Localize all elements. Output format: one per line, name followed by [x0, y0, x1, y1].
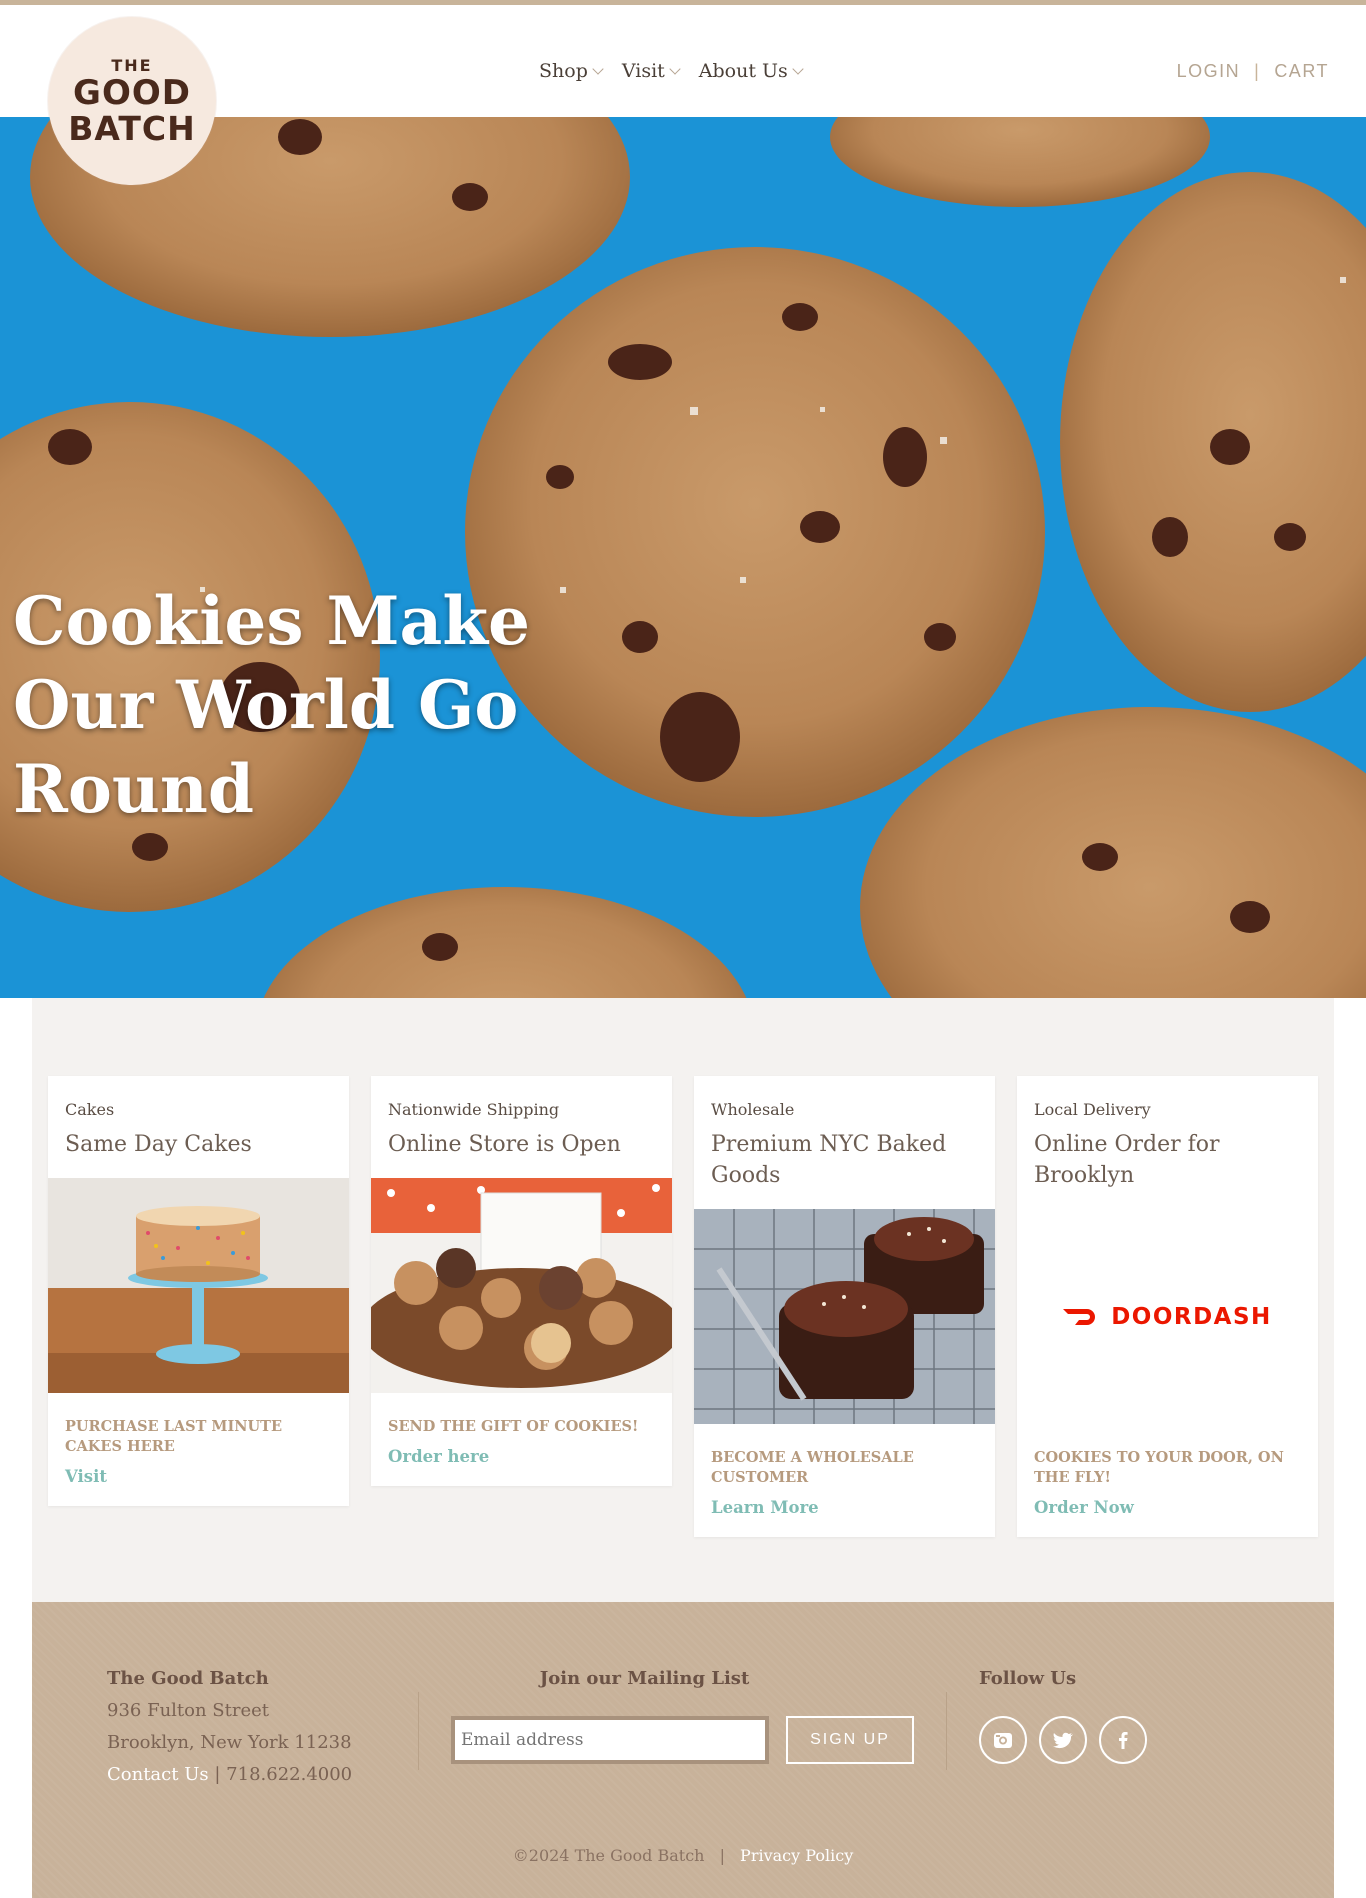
address-line-2: Brooklyn, New York 11238 [107, 1732, 352, 1753]
nav-visit[interactable]: Visit [621, 60, 681, 82]
card-title: Same Day Cakes [65, 1132, 252, 1157]
footer-mailing: Join our Mailing List [452, 1668, 932, 1689]
feature-cards-section: Cakes Same Day Cakes PURCHASE LAST MINUT… [32, 998, 1334, 1602]
card-category: Nationwide Shipping [388, 1100, 560, 1119]
copyright-separator: | [719, 1846, 725, 1865]
card-title: Online Store is Open [388, 1132, 621, 1157]
doordash-logo[interactable]: DOORDASH [1017, 1209, 1318, 1424]
account-separator: | [1254, 61, 1261, 81]
card-local-delivery: Local Delivery Online Order for Brooklyn… [1017, 1076, 1318, 1537]
logo-batch: BATCH [68, 108, 196, 148]
doordash-wordmark: DOORDASH [1111, 1303, 1272, 1330]
chevron-down-icon [792, 62, 804, 75]
main-nav: Shop Visit About Us [539, 60, 804, 82]
card-cta: PURCHASE LAST MINUTE CAKES HERE [65, 1418, 282, 1455]
doordash-icon [1063, 1308, 1096, 1325]
contact-separator: | [214, 1764, 221, 1785]
card-category: Cakes [65, 1100, 115, 1119]
instagram-icon[interactable] [979, 1716, 1027, 1764]
card-cta: BECOME A WHOLESALE CUSTOMER [711, 1449, 914, 1486]
nav-visit-label: Visit [621, 60, 665, 82]
card-title: Premium NYC Baked Goods [711, 1132, 947, 1188]
email-field[interactable] [451, 1716, 769, 1764]
card-category: Wholesale [711, 1100, 795, 1119]
nav-about-us[interactable]: About Us [698, 60, 804, 82]
card-image-cookies[interactable] [371, 1178, 672, 1393]
nav-shop-label: Shop [539, 60, 588, 82]
privacy-policy-link[interactable]: Privacy Policy [740, 1846, 853, 1865]
footer-store-name: The Good Batch [107, 1668, 269, 1689]
card-link-order-here[interactable]: Order here [371, 1437, 672, 1486]
site-logo[interactable]: THE GOOD BATCH [48, 17, 216, 185]
sign-up-button[interactable]: SIGN UP [786, 1716, 914, 1764]
login-link[interactable]: LOGIN [1177, 61, 1241, 82]
account-links: LOGIN | CART [1177, 61, 1329, 82]
card-cta: SEND THE GIFT OF COOKIES! [388, 1418, 639, 1435]
card-wholesale: Wholesale Premium NYC Baked Goods BECOME… [694, 1076, 995, 1537]
site-footer: The Good Batch 936 Fulton Street Brookly… [32, 1602, 1334, 1898]
card-shipping: Nationwide Shipping Online Store is Open… [371, 1076, 672, 1486]
nav-about-label: About Us [698, 60, 788, 82]
contact-us-link[interactable]: Contact Us [107, 1764, 209, 1785]
contact-line: Contact Us | 718.622.4000 [107, 1759, 352, 1791]
mailing-list-heading: Join our Mailing List [539, 1668, 750, 1689]
facebook-icon[interactable] [1099, 1716, 1147, 1764]
address-line-1: 936 Fulton Street [107, 1700, 270, 1721]
nav-shop[interactable]: Shop [539, 60, 604, 82]
copyright-text: ©2024 The Good Batch [512, 1846, 705, 1865]
twitter-icon[interactable] [1039, 1716, 1087, 1764]
copyright-line: ©2024 The Good Batch | Privacy Policy [32, 1846, 1334, 1865]
cart-link[interactable]: CART [1274, 61, 1329, 82]
card-link-visit[interactable]: Visit [48, 1457, 349, 1506]
follow-us-heading: Follow Us [979, 1668, 1077, 1689]
card-title: Online Order for Brooklyn [1034, 1132, 1220, 1188]
footer-contact: The Good Batch 936 Fulton Street Brookly… [107, 1668, 352, 1791]
logo-good: GOOD [73, 72, 191, 113]
card-cta: COOKIES TO YOUR DOOR, ON THE FLY! [1034, 1449, 1284, 1486]
footer-follow: Follow Us [979, 1668, 1076, 1689]
footer-divider [418, 1692, 419, 1770]
chevron-down-icon [592, 62, 604, 75]
hero-cookies-image [0, 117, 1366, 998]
card-image-brownies[interactable] [694, 1209, 995, 1424]
card-cakes: Cakes Same Day Cakes PURCHASE LAST MINUT… [48, 1076, 349, 1506]
phone-number[interactable]: 718.622.4000 [226, 1764, 352, 1785]
hero-title: Cookies Make Our World Go Round [13, 582, 531, 828]
card-category: Local Delivery [1034, 1100, 1151, 1119]
card-link-learn-more[interactable]: Learn More [694, 1488, 995, 1537]
card-image-cake[interactable] [48, 1178, 349, 1393]
card-link-order-now[interactable]: Order Now [1017, 1488, 1318, 1537]
footer-divider [946, 1692, 947, 1770]
logo-the: THE [111, 55, 153, 75]
hero-banner: Cookies Make Our World Go Round [0, 117, 1366, 998]
chevron-down-icon [669, 62, 681, 75]
